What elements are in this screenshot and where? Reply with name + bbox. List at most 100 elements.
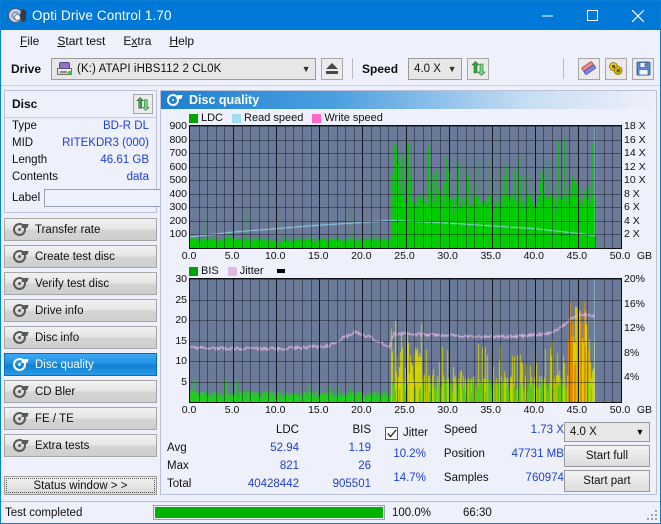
legend-marker-icon xyxy=(276,269,285,273)
sidebar-item-disc-quality[interactable]: Disc quality xyxy=(4,353,157,376)
start-part-button[interactable]: Start part xyxy=(563,470,650,492)
gridline xyxy=(587,126,588,248)
y2-tick-label: 6 X xyxy=(624,201,640,214)
gridline xyxy=(371,126,372,248)
toolbar-divider-2 xyxy=(563,58,564,79)
eject-icon xyxy=(326,63,339,69)
bis-x-axis: GB 0.0 5.0 10.0 15.0 20.0 25.0 30.0 35.0 40.0 45.… xyxy=(182,403,652,418)
jitter-checkbox-row[interactable]: Jitter xyxy=(385,422,428,444)
ldc-chart-row: 100 200 300 400 500 600 700 800 900 2 X4 X6 X8 X… xyxy=(163,120,654,249)
gridline xyxy=(293,126,294,248)
stats-row-total-label: Total xyxy=(167,478,192,490)
gridline xyxy=(406,126,407,248)
sidebar-item-verify-test-disc[interactable]: Verify test disc xyxy=(4,272,157,295)
sidebar-item-label: Extra tests xyxy=(35,439,90,452)
stats-row-avg-bis: 1.19 xyxy=(348,442,371,454)
gridline xyxy=(328,126,329,248)
gridline xyxy=(345,279,346,402)
speed-label: Speed xyxy=(362,61,399,76)
disc-field-length-value: 46.61 GB xyxy=(100,154,149,166)
plug-button[interactable] xyxy=(605,57,627,80)
save-button[interactable] xyxy=(632,57,654,80)
gridline xyxy=(337,279,338,402)
legend-item-bis: BIS xyxy=(189,265,219,277)
gridline xyxy=(466,126,467,248)
disc-field-type-value: BD-R DL xyxy=(102,120,149,132)
gridline xyxy=(569,279,570,402)
x-tick-label: 50.0 xyxy=(609,250,631,262)
gridline xyxy=(354,126,355,248)
gridline xyxy=(552,126,553,248)
drive-select[interactable]: (K:) ATAPI iHBS112 2 CL0K ▼ xyxy=(51,57,317,80)
resize-grip-icon[interactable] xyxy=(645,508,657,520)
gridline xyxy=(535,279,536,402)
sidebar-item-create-test-disc[interactable]: Create test disc xyxy=(4,245,157,268)
gridline xyxy=(242,126,243,248)
gridline xyxy=(224,279,225,402)
bis-x-unit: GB xyxy=(636,404,652,416)
sidebar-item-disc-info[interactable]: Disc info xyxy=(4,326,157,349)
sidebar-item-transfer-rate[interactable]: Transfer rate xyxy=(4,218,157,241)
menu-file[interactable]: File xyxy=(11,32,48,50)
menu-help-rest: elp xyxy=(178,34,195,48)
menu-start-test[interactable]: Start test xyxy=(48,32,114,50)
gridline xyxy=(518,279,519,402)
menu-bar: File Start test Extra Help xyxy=(1,30,660,52)
maximize-icon[interactable] xyxy=(570,1,615,30)
status-window-button[interactable]: Status window > > xyxy=(4,476,157,495)
gridline xyxy=(595,126,596,248)
menu-extra[interactable]: Extra xyxy=(114,32,160,50)
minimize-icon[interactable] xyxy=(525,1,570,30)
disc-icon xyxy=(12,303,29,318)
legend-label-write-speed: Write speed xyxy=(324,112,383,124)
disc-refresh-button[interactable] xyxy=(133,94,153,114)
gridline xyxy=(216,126,217,248)
sidebar-item-cd-bler[interactable]: CD Bler xyxy=(4,380,157,403)
gridline xyxy=(518,126,519,248)
gridline xyxy=(285,279,286,402)
test-speed-value: 4.0 X xyxy=(569,426,597,438)
gridline xyxy=(612,279,613,402)
y2-tick-label: 2 X xyxy=(624,228,640,241)
disc-icon xyxy=(12,438,29,453)
ldc-plot xyxy=(189,125,622,249)
jitter-checkbox[interactable] xyxy=(385,426,398,440)
legend-item-read-speed: Read speed xyxy=(232,112,303,124)
gridline xyxy=(285,126,286,248)
gridline xyxy=(492,279,493,402)
title-bar: Opti Drive Control 1.70 xyxy=(1,1,660,30)
gridline xyxy=(259,279,260,402)
legend-label-read-speed: Read speed xyxy=(244,112,304,124)
start-full-button[interactable]: Start full xyxy=(563,445,650,467)
samples-stat-label: Samples xyxy=(443,472,489,484)
gridline xyxy=(500,126,501,248)
sidebar-item-label: Create test disc xyxy=(35,250,115,263)
disc-icon xyxy=(12,330,29,345)
menu-extra-rest: tra xyxy=(137,34,152,48)
legend-item-jitter: Jitter xyxy=(227,265,264,277)
gridline xyxy=(492,126,493,248)
gridline xyxy=(406,279,407,402)
speed-select[interactable]: 4.0 X ▼ xyxy=(408,57,463,80)
elapsed-time: 66:30 xyxy=(463,506,492,519)
y-tick-label: 700 xyxy=(169,147,187,160)
drive-label: Drive xyxy=(11,61,42,76)
position-stat-label: Position xyxy=(443,448,485,460)
x-tick-label: 15.0 xyxy=(308,404,329,416)
refresh-button[interactable] xyxy=(467,57,490,80)
sidebar-item-extra-tests[interactable]: Extra tests xyxy=(4,434,157,457)
menu-help[interactable]: Help xyxy=(160,32,203,50)
eraser-button[interactable] xyxy=(578,57,600,80)
gridline xyxy=(535,126,536,248)
y-tick-label: 100 xyxy=(169,228,187,241)
x-tick-label: 30.0 xyxy=(437,250,458,262)
sidebar-item-label: Verify test disc xyxy=(35,277,110,290)
y2-tick-label: 20% xyxy=(624,273,646,285)
sidebar-item-drive-info[interactable]: Drive info xyxy=(4,299,157,322)
gridline xyxy=(604,126,605,248)
close-icon[interactable] xyxy=(615,1,660,30)
test-speed-select[interactable]: 4.0 X ▼ xyxy=(563,422,650,442)
gridline xyxy=(414,279,415,402)
sidebar-item-fe-te[interactable]: FE / TE xyxy=(4,407,157,430)
eject-button[interactable] xyxy=(321,57,344,80)
